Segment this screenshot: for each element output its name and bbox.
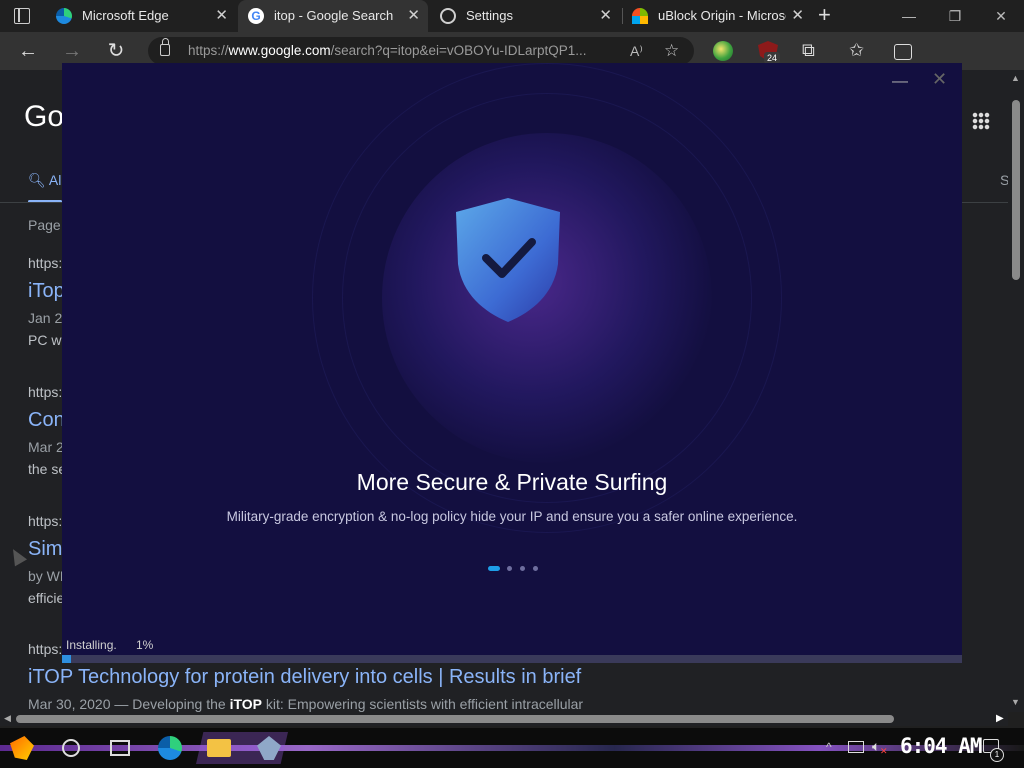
tab-settings[interactable]: Settings ✕ — [430, 0, 620, 32]
close-tab-icon[interactable]: ✕ — [791, 0, 804, 32]
vertical-scrollbar[interactable] — [1008, 70, 1024, 712]
result-url[interactable]: https: — [28, 255, 62, 271]
result-title[interactable]: Con — [28, 409, 65, 432]
tab-ublock-origin[interactable]: uBlock Origin - Microsoft ✕ — [622, 0, 812, 32]
close-tab-icon[interactable]: ✕ — [215, 0, 228, 32]
scroll-right-icon[interactable]: ▶ — [996, 713, 1004, 724]
shield-check-icon — [456, 198, 560, 322]
url-text[interactable]: https://www.google.com/search?q=itop&ei=… — [188, 43, 618, 58]
tab-title: Microsoft Edge — [82, 8, 169, 23]
tab-itop-google-search[interactable]: G itop - Google Search ✕ — [238, 0, 428, 32]
result-snippet: the se — [28, 461, 67, 477]
extensions-icon[interactable]: ⧉ — [802, 40, 822, 60]
tab-title: itop - Google Search — [274, 8, 394, 23]
start-icon[interactable] — [10, 736, 34, 760]
installer-close-button[interactable]: ✕ — [932, 69, 947, 90]
tab-more[interactable]: S — [1000, 172, 1008, 188]
address-bar[interactable]: https://www.google.com/search?q=itop&ei=… — [148, 37, 694, 65]
edge-icon[interactable] — [158, 736, 182, 760]
close-window-button[interactable]: ✕ — [978, 0, 1024, 32]
gear-icon — [440, 8, 456, 24]
result-title[interactable]: iTop — [28, 280, 65, 303]
tray-overflow-icon[interactable]: ^ — [826, 740, 832, 754]
taskbar-decoration — [0, 745, 1024, 751]
installer-window: — ✕ More Secure & Private Surfing Milita… — [62, 63, 962, 663]
notification-badge: 1 — [990, 748, 1004, 762]
result-date: Mar 2 — [28, 439, 64, 455]
result-title[interactable]: iTOP Technology for protein delivery int… — [28, 666, 581, 689]
refresh-button[interactable]: ↻ — [104, 39, 128, 63]
carousel-dot[interactable] — [533, 566, 538, 571]
scroll-left-icon[interactable]: ◀ — [4, 713, 11, 724]
forward-button[interactable]: → — [60, 39, 84, 63]
result-url[interactable]: https: — [28, 513, 62, 529]
scroll-up-icon[interactable]: ▲ — [1011, 73, 1020, 83]
close-tab-icon[interactable]: ✕ — [599, 0, 612, 32]
microsoft-icon — [632, 8, 648, 24]
tab-all[interactable]: 🔍︎ Al — [28, 172, 63, 203]
scroll-down-icon[interactable]: ▼ — [1011, 697, 1020, 707]
task-view-icon[interactable] — [110, 740, 130, 756]
carousel-dot[interactable] — [507, 566, 512, 571]
result-stats: Page — [28, 217, 61, 233]
carousel-dot[interactable] — [488, 566, 500, 571]
search-icon[interactable] — [62, 739, 80, 757]
install-progress-fill — [62, 655, 71, 663]
taskbar — [0, 728, 1024, 768]
install-progress-bar — [62, 655, 962, 663]
google-logo[interactable]: Go — [24, 100, 64, 134]
install-status: Installing. — [66, 638, 117, 652]
result-url[interactable]: https: — [28, 641, 62, 657]
tab-strip: Microsoft Edge ✕ G itop - Google Search … — [0, 0, 1024, 32]
edge-icon — [56, 8, 72, 24]
installer-subline: Military-grade encryption & no-log polic… — [226, 509, 798, 524]
result-snippet: PC wi — [28, 332, 65, 348]
close-tab-icon[interactable]: ✕ — [407, 0, 420, 32]
result-url[interactable]: https: — [28, 384, 62, 400]
installer-headline: More Secure & Private Surfing — [356, 469, 668, 495]
minimize-window-button[interactable]: — — [886, 0, 932, 32]
tab-microsoft-edge[interactable]: Microsoft Edge ✕ — [46, 0, 236, 32]
back-button[interactable]: ← — [16, 39, 40, 63]
tab-title: Settings — [466, 8, 513, 23]
result-title[interactable]: Sim — [28, 538, 62, 561]
collections-icon[interactable] — [894, 44, 912, 60]
new-tab-button[interactable]: + — [818, 4, 831, 26]
extension-green-icon[interactable] — [713, 41, 733, 61]
result-date: Jan 2 — [28, 310, 63, 326]
result-snippet: Mar 30, 2020 — Developing the iTOP kit: … — [28, 696, 584, 712]
install-percent: 1% — [136, 638, 154, 652]
vertical-scroll-thumb[interactable] — [1012, 100, 1020, 280]
carousel-dot[interactable] — [520, 566, 525, 571]
lock-icon[interactable] — [160, 38, 170, 56]
tab-actions-icon[interactable] — [14, 8, 30, 24]
network-icon[interactable] — [848, 741, 864, 753]
horizontal-scroll-thumb[interactable] — [16, 715, 894, 723]
installer-minimize-button[interactable]: — — [892, 73, 908, 91]
add-favorite-icon[interactable]: ☆ — [664, 41, 679, 61]
google-icon: G — [248, 8, 264, 24]
screen: Microsoft Edge ✕ G itop - Google Search … — [0, 0, 1024, 768]
restore-window-button[interactable]: ❐ — [932, 0, 978, 32]
result-snippet: efficie — [28, 590, 65, 606]
horizontal-scrollbar[interactable] — [0, 712, 1008, 726]
file-explorer-icon[interactable] — [207, 739, 231, 757]
favorites-icon[interactable]: ✩ — [849, 40, 869, 60]
taskbar-clock[interactable]: 6:04 AM — [900, 734, 983, 758]
mute-indicator-icon: ✕ — [880, 746, 888, 756]
read-aloud-icon[interactable]: A⁾ — [630, 43, 643, 60]
apps-grid-icon[interactable] — [972, 112, 990, 130]
tab-title: uBlock Origin - Microsoft — [658, 8, 786, 23]
